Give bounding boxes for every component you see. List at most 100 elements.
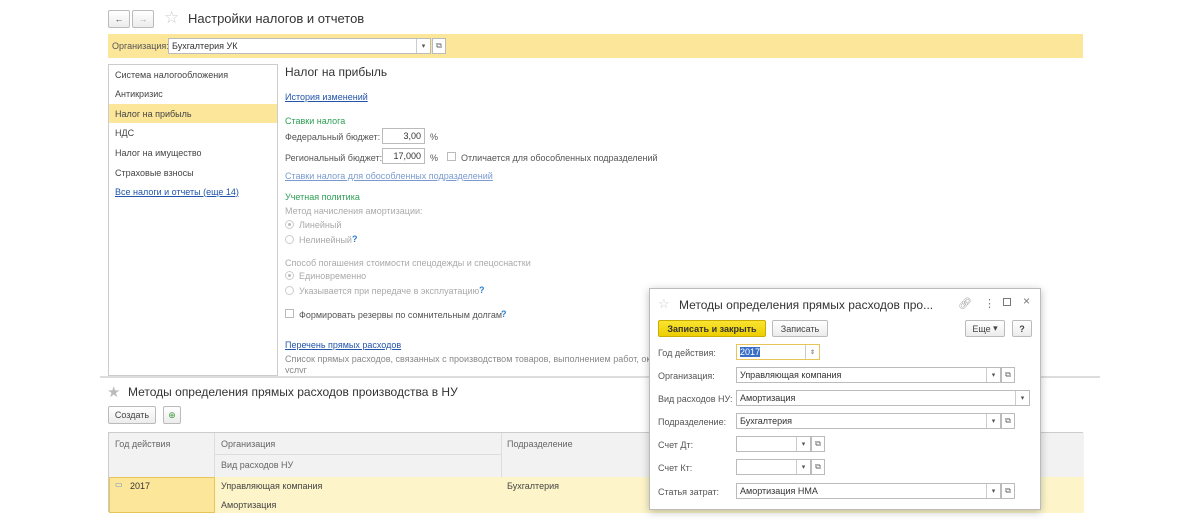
sidebar-item-profit-tax[interactable]: Налог на прибыль (109, 104, 277, 123)
open-icon[interactable]: ⧉ (432, 38, 446, 54)
sidebar-item-insurance[interactable]: Страховые взносы (109, 163, 277, 182)
help-icon[interactable]: ? (501, 309, 507, 319)
dept-value: Бухгалтерия (740, 416, 792, 426)
org-label: Организация: (658, 371, 715, 381)
chevron-down-icon[interactable]: ▾ (1015, 391, 1029, 405)
debit-label: Счет Дт: (658, 440, 694, 450)
percent-label: % (430, 132, 439, 142)
amort-nonlinear-radio[interactable] (285, 235, 294, 244)
save-button[interactable]: Записать (772, 320, 828, 337)
open-icon[interactable]: ⧉ (811, 459, 825, 475)
section-title: Налог на прибыль (285, 65, 388, 79)
differs-label: Отличается для обособленных подразделени… (461, 153, 658, 163)
workwear-transfer-radio[interactable] (285, 286, 294, 295)
sidebar-item-label: Система налогообложения (115, 69, 229, 80)
favorite-star-icon[interactable]: ☆ (164, 8, 179, 28)
sidebar-item-anticrisis[interactable]: Антикризис (109, 84, 277, 103)
regional-rate-input[interactable]: 17,000 (382, 148, 425, 164)
policy-header: Учетная политика (285, 192, 360, 202)
more-menu-icon[interactable]: ⋮ (984, 297, 995, 310)
dept-label: Подразделение: (658, 417, 727, 427)
org-label: Организация: (112, 41, 169, 51)
help-icon[interactable]: ? (352, 234, 358, 244)
sidebar-item-tax-system[interactable]: Система налогообложения (109, 65, 277, 84)
more-button[interactable]: Еще ▾ (965, 320, 1005, 337)
dept-select[interactable]: Бухгалтерия ▾ (736, 413, 1001, 429)
col-header-year[interactable]: Год действия (115, 439, 170, 449)
reserves-label: Формировать резервы по сомнительным долг… (299, 310, 503, 320)
rates-header: Ставки налога (285, 116, 346, 126)
credit-select[interactable]: ▾ (736, 459, 811, 475)
close-icon[interactable]: × (1023, 294, 1030, 308)
create-button[interactable]: Создать (108, 406, 156, 424)
open-icon[interactable]: ⧉ (1001, 413, 1015, 429)
help-button[interactable]: ? (1012, 320, 1032, 337)
copy-add-icon[interactable]: ⊕ (163, 406, 181, 424)
spin-icon[interactable]: ⇕ (805, 345, 819, 359)
maximize-icon[interactable] (1003, 298, 1011, 306)
chevron-down-icon[interactable]: ▾ (986, 414, 1000, 428)
org-select[interactable]: Бухгалтерия УК ▾ (168, 38, 431, 54)
back-button[interactable]: ← (108, 10, 130, 28)
year-input[interactable]: 2017 ⇕ (736, 344, 820, 360)
differs-checkbox[interactable] (447, 152, 456, 161)
sidebar: Система налогообложения Антикризис Налог… (108, 64, 278, 376)
link-icon[interactable]: 🔗︎ (958, 297, 972, 310)
open-icon[interactable]: ⧉ (1001, 367, 1015, 383)
save-close-button[interactable]: Записать и закрыть (658, 320, 766, 337)
branch-rates-link[interactable]: Ставки налога для обособленных подраздел… (285, 171, 493, 181)
dialog: ☆ Методы определения прямых расходов про… (649, 288, 1041, 510)
federal-rate-input[interactable]: 3,00 (382, 128, 425, 144)
workwear-once-label: Единовременно (299, 271, 367, 281)
cost-value: Амортизация НМА (740, 486, 818, 496)
list-title: Методы определения прямых расходов произ… (128, 385, 458, 399)
direct-expenses-link[interactable]: Перечень прямых расходов (285, 340, 401, 350)
sidebar-all-taxes-link[interactable]: Все налоги и отчеты (еще 14) (109, 182, 277, 201)
sidebar-item-label: Налог на прибыль (115, 108, 192, 119)
org-select[interactable]: Управляющая компания ▾ (736, 367, 1001, 383)
cost-select[interactable]: Амортизация НМА ▾ (736, 483, 1001, 499)
forward-button[interactable]: → (132, 10, 154, 28)
dialog-title: Методы определения прямых расходов про..… (679, 298, 934, 312)
sidebar-item-property-tax[interactable]: Налог на имущество (109, 143, 277, 162)
chevron-down-icon[interactable]: ▾ (986, 484, 1000, 498)
favorite-star-icon[interactable]: ☆ (658, 296, 670, 312)
help-icon[interactable]: ? (479, 285, 485, 295)
kind-select[interactable]: Амортизация ▾ (736, 390, 1030, 406)
selected-cell[interactable] (109, 477, 215, 513)
record-icon: ▭ (115, 480, 123, 489)
row-kind: Амортизация (221, 500, 277, 510)
org-value: Управляющая компания (740, 370, 842, 380)
sidebar-item-vat[interactable]: НДС (109, 123, 277, 142)
row-year: 2017 (130, 481, 151, 491)
workwear-once-radio[interactable] (285, 271, 294, 280)
reserves-checkbox[interactable] (285, 309, 294, 318)
org-value: Бухгалтерия УК (172, 41, 238, 51)
divider (215, 454, 501, 455)
amort-linear-label: Линейный (299, 220, 342, 230)
sidebar-item-label: НДС (115, 127, 135, 138)
chevron-down-icon[interactable]: ▾ (986, 368, 1000, 382)
chevron-down-icon[interactable]: ▾ (796, 460, 810, 474)
open-icon[interactable]: ⧉ (811, 436, 825, 452)
federal-label: Федеральный бюджет: (285, 132, 381, 142)
all-taxes-link[interactable]: Все налоги и отчеты (еще 14) (115, 187, 239, 197)
sidebar-item-label: Страховые взносы (115, 167, 194, 178)
chevron-down-icon[interactable]: ▾ (416, 39, 430, 53)
history-link[interactable]: История изменений (285, 92, 368, 102)
amort-linear-radio[interactable] (285, 220, 294, 229)
favorite-star-icon[interactable]: ★ (107, 383, 120, 401)
percent-label: % (430, 153, 439, 163)
col-header-dept[interactable]: Подразделение (507, 439, 573, 449)
regional-label: Региональный бюджет: (285, 153, 383, 163)
window-title: Настройки налогов и отчетов (188, 11, 365, 26)
open-icon[interactable]: ⧉ (1001, 483, 1015, 499)
chevron-down-icon[interactable]: ▾ (796, 437, 810, 451)
debit-select[interactable]: ▾ (736, 436, 811, 452)
sidebar-item-label: Антикризис (115, 88, 163, 99)
col-header-kind[interactable]: Вид расходов НУ (221, 460, 293, 470)
row-dept: Бухгалтерия (507, 481, 559, 491)
cost-label: Статья затрат: (658, 487, 720, 497)
workwear-label: Способ погашения стоимости спецодежды и … (285, 258, 531, 268)
col-header-org[interactable]: Организация (221, 439, 275, 449)
